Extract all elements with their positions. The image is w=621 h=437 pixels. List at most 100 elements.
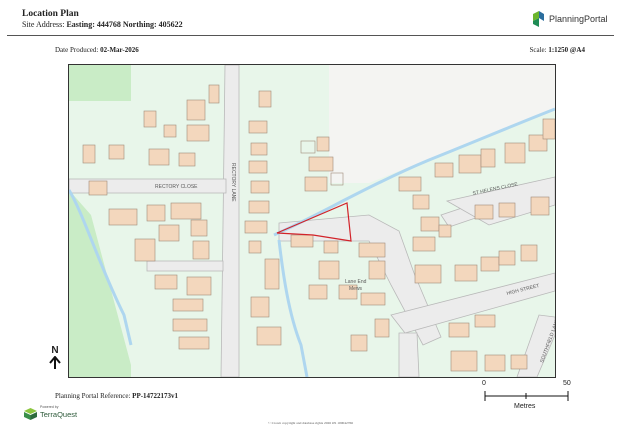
field-north-west: [69, 65, 131, 101]
building: [134, 238, 156, 262]
building: [438, 224, 452, 238]
map-label-rectory-lane: RECTORY LANE: [230, 163, 236, 202]
building: [250, 296, 270, 318]
building: [146, 204, 166, 222]
header-rule: [7, 35, 614, 36]
map-scale: Scale: 1:1250 @A4: [529, 46, 585, 54]
building: [186, 99, 206, 121]
building: [186, 124, 210, 142]
scale-bar-end: 50: [563, 380, 571, 387]
building: [434, 162, 454, 178]
location-map: RECTORY CLOSE RECTORY LANE ST HELENS CLO…: [68, 64, 556, 378]
terraquest-icon: [24, 408, 37, 420]
planning-portal-logo-text: PlanningPortal: [549, 14, 608, 24]
building: [368, 260, 386, 280]
building: [323, 240, 339, 254]
building: [374, 318, 390, 338]
scale-bar: 0 50 Metres: [478, 380, 578, 416]
planning-portal-logo: PlanningPortal: [531, 11, 608, 27]
building: [454, 264, 478, 282]
planning-portal-icon: [533, 11, 544, 27]
building: [158, 224, 180, 242]
building: [398, 176, 422, 192]
building: [474, 204, 494, 220]
reference-label: Planning Portal Reference:: [55, 392, 133, 400]
stream-middle: [277, 239, 309, 377]
building: [154, 274, 178, 290]
building: [178, 152, 196, 167]
building: [108, 208, 138, 226]
map-scale-value: 1:1250 @A4: [548, 46, 585, 54]
building: [316, 136, 330, 152]
building: [108, 144, 125, 160]
date-produced-value: 02-Mar-2026: [100, 46, 139, 54]
site-address-label: Site Address:: [22, 20, 67, 29]
north-arrow-icon: [49, 355, 61, 369]
building: [510, 354, 528, 370]
building: [504, 142, 526, 164]
building: [542, 118, 555, 140]
building: [480, 256, 500, 272]
building: [248, 160, 268, 174]
building: [480, 148, 496, 168]
building: [163, 124, 177, 138]
terraquest-name: TerraQuest: [40, 409, 78, 419]
building: [172, 318, 208, 332]
north-label: N: [51, 345, 59, 356]
header-title: Location Plan: [22, 9, 79, 19]
building: [244, 220, 268, 234]
building: [88, 180, 108, 196]
building: [360, 292, 386, 306]
building: [248, 240, 262, 254]
building: [474, 314, 496, 328]
map-label-lane-end: Lane End: [345, 279, 367, 285]
date-produced: Date Produced: 02-Mar-2026: [55, 46, 139, 54]
building: [248, 120, 268, 134]
scale-bar-graphic: [484, 391, 569, 401]
site-address-value: Easting: 444768 Northing: 405622: [66, 20, 183, 29]
building: [208, 84, 220, 104]
road-west-lane: [146, 260, 224, 272]
building: [414, 264, 442, 284]
building: [498, 202, 516, 218]
building: [412, 194, 430, 210]
building: [520, 244, 538, 262]
building: [308, 284, 328, 300]
building: [258, 90, 272, 108]
building: [458, 154, 482, 174]
map-scale-label: Scale:: [529, 46, 549, 54]
map-label-mews: Mews: [349, 286, 363, 292]
building: [178, 336, 210, 350]
building: [250, 142, 268, 156]
building: [248, 200, 270, 214]
building: [250, 180, 270, 194]
building: [412, 236, 436, 252]
scale-bar-units: Metres: [514, 403, 536, 410]
building: [420, 216, 440, 232]
north-arrow: N: [48, 345, 62, 375]
building: [448, 322, 470, 338]
building: [172, 298, 204, 312]
road-south-link: [398, 332, 420, 377]
building: [256, 326, 282, 346]
building: [264, 258, 280, 290]
building: [498, 250, 516, 266]
scale-bar-start: 0: [482, 380, 486, 387]
building: [170, 202, 202, 220]
building: [190, 219, 208, 237]
building: [290, 234, 314, 248]
building: [192, 240, 210, 260]
building: [186, 276, 212, 296]
building: [82, 144, 96, 164]
road-rectory-lane: [220, 65, 240, 377]
copyright-notice: © Crown copyright and database rights 20…: [268, 421, 353, 425]
map-label-rectory-close: RECTORY CLOSE: [155, 184, 198, 190]
building: [530, 196, 550, 216]
site-address: Site Address: Easting: 444768 Northing: …: [22, 20, 183, 29]
building: [350, 334, 368, 352]
terraquest-powered-by: Powered by: [40, 405, 59, 409]
outbuilding: [300, 140, 316, 154]
building: [484, 354, 506, 372]
reference-value: PP-14722173v1: [132, 392, 179, 400]
terraquest-logo: Powered by TerraQuest: [24, 405, 78, 420]
